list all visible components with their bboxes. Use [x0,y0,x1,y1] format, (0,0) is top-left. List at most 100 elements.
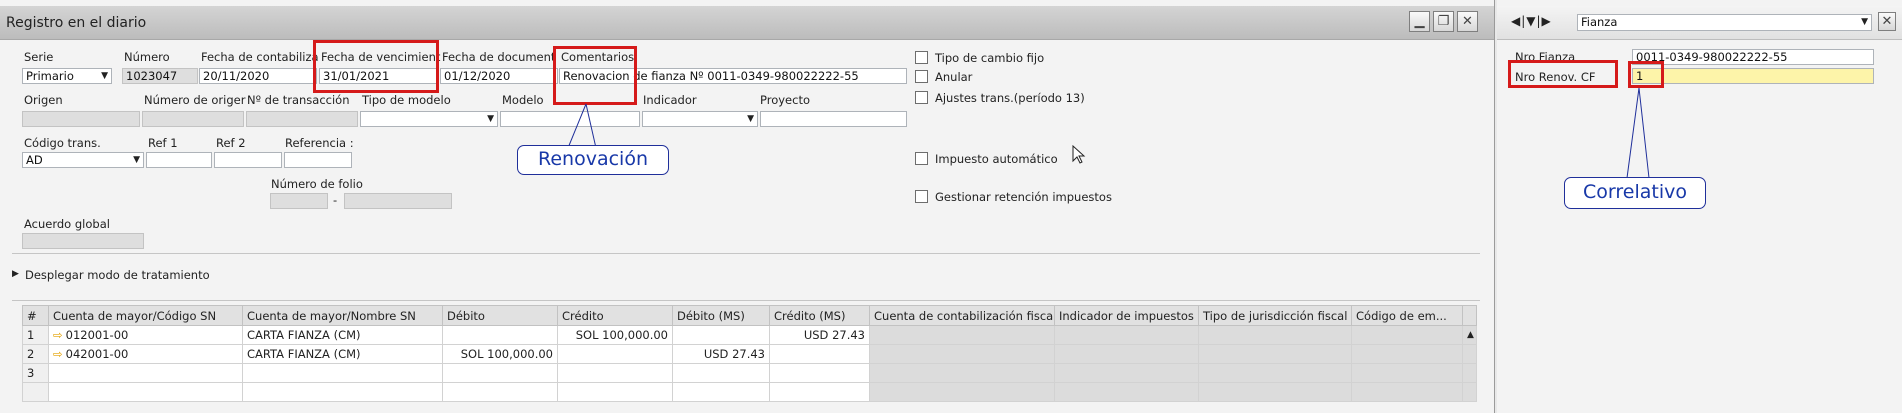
credito-cell[interactable] [557,344,673,364]
fecha-vencimiento-highlight [313,40,439,93]
impuesto-automatico-checkbox[interactable] [915,152,928,165]
credito-cell[interactable] [557,363,673,383]
numero-folio-label: Número de folio [271,177,363,191]
title-bar[interactable]: Registro en el diario ▁ ❐ ✕ [0,6,1494,40]
tipo-modelo-select[interactable] [360,111,498,127]
table-row[interactable]: 2 ⇨ 042001-00 CARTA FIANZA (CM) SOL 100,0… [22,344,1477,364]
fecha-documento-field[interactable]: 01/12/2020 [440,68,558,84]
correlativo-pointer [1626,87,1650,179]
col-header[interactable]: # [22,305,49,326]
scrollbar-track[interactable] [1462,382,1477,402]
col-header[interactable]: Cuenta de mayor/Código SN [48,305,243,326]
anular-checkbox[interactable] [915,70,928,83]
udf-side-panel: ◀|▼|▶ Fianza ✕ Nro Fianza 0011-0349-9800… [1497,0,1902,413]
serie-label: Serie [24,50,54,64]
debito-ms-cell[interactable] [672,363,770,383]
link-arrow-icon[interactable]: ⇨ [53,347,63,361]
origen-field [22,111,140,127]
cuenta-codigo-cell[interactable]: ⇨ 012001-00 [48,325,243,345]
indicador-impuestos-cell [1054,344,1199,364]
table-row[interactable] [22,382,1477,402]
minimize-icon[interactable]: ▁ [1409,11,1430,32]
cuenta-fiscal-cell [869,325,1055,345]
close-icon[interactable]: ✕ [1457,11,1478,32]
correlativo-callout: Correlativo [1564,177,1706,209]
empty-cell[interactable] [242,382,443,402]
tipo-jurisdiccion-cell [1198,363,1352,383]
nro-renov-label-highlight [1508,60,1618,88]
empty-cell[interactable] [769,382,870,402]
tipo-cambio-fijo-checkbox[interactable] [915,51,928,64]
col-header[interactable]: Cuenta de mayor/Nombre SN [242,305,443,326]
cuenta-nombre-cell[interactable]: CARTA FIANZA (CM) [242,325,443,345]
scrollbar-track[interactable] [1462,363,1477,383]
col-header[interactable]: Indicador de impuestos [1054,305,1199,326]
gestionar-retencion-label: Gestionar retención impuestos [935,190,1112,204]
scrollbar-corner [1462,305,1477,326]
fecha-documento-label: Fecha de document [442,50,556,64]
col-header[interactable]: Débito [442,305,558,326]
expand-triangle-icon[interactable]: ▶ [12,269,19,279]
referencia-field[interactable] [284,152,352,168]
cuenta-nombre-cell[interactable] [242,363,443,383]
folio-dash: - [333,193,338,207]
proyecto-field[interactable] [760,111,907,127]
comentarios-highlight [553,46,637,105]
empty-cell[interactable] [672,382,770,402]
credito-ms-cell[interactable] [769,344,870,364]
indicador-select[interactable] [642,111,758,127]
debito-cell[interactable] [442,325,558,345]
fecha-contabilizacion-field[interactable]: 20/11/2020 [199,68,317,84]
ref1-label: Ref 1 [148,136,178,150]
col-header[interactable]: Código de em... [1351,305,1463,326]
desplegar-modo-label[interactable]: Desplegar modo de tratamiento [25,268,210,282]
empty-cell[interactable] [557,382,673,402]
numero-transaccion-label: Nº de transacción [247,93,350,107]
side-panel-close-icon[interactable]: ✕ [1878,12,1896,31]
cuenta-fiscal-cell [869,363,1055,383]
renovacion-pointer [567,103,597,149]
cuenta-nombre-cell[interactable]: CARTA FIANZA (CM) [242,344,443,364]
ajustes-checkbox[interactable] [915,91,928,104]
debito-ms-cell[interactable]: USD 27.43 [672,344,770,364]
debito-ms-cell[interactable] [672,325,770,345]
scrollbar-track[interactable] [1462,344,1477,364]
row-number: 3 [22,363,49,383]
category-select[interactable]: Fianza [1577,14,1872,31]
col-header[interactable]: Cuenta de contabilización fiscal [869,305,1055,326]
col-header[interactable]: Tipo de jurisdicción fiscal [1198,305,1352,326]
ref1-field[interactable] [146,152,212,168]
serie-select[interactable]: Primario [22,68,112,84]
numero-origen-field [142,111,244,127]
codigo-transaccion-select[interactable]: AD [22,152,144,168]
restore-icon[interactable]: ❐ [1433,11,1454,32]
cuenta-codigo-cell[interactable] [48,363,243,383]
cuenta-codigo-cell[interactable]: ⇨ 042001-00 [48,344,243,364]
credito-ms-cell[interactable] [769,363,870,383]
credito-cell[interactable]: SOL 100,000.00 [557,325,673,345]
mouse-cursor-icon [1072,145,1086,164]
debito-cell[interactable]: SOL 100,000.00 [442,344,558,364]
row-number [22,382,49,402]
empty-cell[interactable] [442,382,558,402]
gestionar-retencion-checkbox[interactable] [915,190,928,203]
codigo-transaccion-label: Código trans. [24,136,101,150]
empty-cell[interactable] [48,382,243,402]
table-row[interactable]: 3 [22,363,1477,383]
cuenta-fiscal-cell [869,344,1055,364]
credito-ms-cell[interactable]: USD 27.43 [769,325,870,345]
scroll-up-icon[interactable]: ▲ [1462,325,1477,345]
record-nav-icons[interactable]: ◀|▼|▶ [1511,14,1552,28]
ref2-field[interactable] [214,152,282,168]
col-header[interactable]: Crédito [557,305,673,326]
table-row[interactable]: 1 ⇨ 012001-00 CARTA FIANZA (CM) SOL 100,0… [22,325,1477,345]
nro-fianza-field[interactable]: 0011-0349-980022222-55 [1632,49,1874,65]
col-header[interactable]: Débito (MS) [672,305,770,326]
nro-renov-field[interactable]: 1 [1632,68,1874,84]
acuerdo-global-label: Acuerdo global [24,217,110,231]
debito-cell[interactable] [442,363,558,383]
empty-cell [1054,382,1199,402]
link-arrow-icon[interactable]: ⇨ [53,328,63,342]
col-header[interactable]: Crédito (MS) [769,305,870,326]
cuenta-codigo-text: 012001-00 [65,328,129,342]
